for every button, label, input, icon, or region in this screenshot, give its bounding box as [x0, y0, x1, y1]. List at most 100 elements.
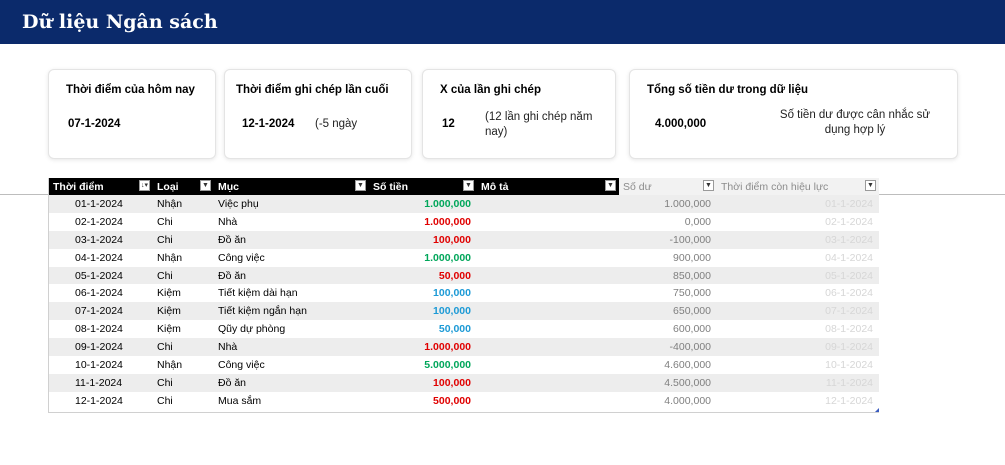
cell-balance[interactable]: 4.000,000 — [619, 391, 717, 410]
cell-amount[interactable]: 1.000,000 — [369, 338, 477, 357]
filter-dropdown-icon[interactable]: ▼ — [703, 180, 714, 191]
cell-balance[interactable]: 0,000 — [619, 212, 717, 231]
cell-description[interactable] — [477, 230, 619, 249]
cell-amount[interactable]: 500,000 — [369, 391, 477, 410]
cell-type[interactable]: Kiệm — [153, 284, 214, 303]
table-row[interactable]: 06-1-2024 Kiệm Tiết kiệm dài hạn 100,000 750… — [49, 284, 879, 303]
cell-valid-date[interactable]: 03-1-2024 — [717, 230, 879, 249]
header-balance[interactable]: Số dư ▼ — [619, 178, 717, 195]
cell-item[interactable]: Qũy dự phòng — [214, 320, 369, 339]
cell-balance[interactable]: 850,000 — [619, 266, 717, 285]
cell-date[interactable]: 03-1-2024 — [49, 230, 153, 249]
cell-type[interactable]: Kiệm — [153, 302, 214, 321]
table-row[interactable]: 12-1-2024 Chi Mua sắm 500,000 4.000,000 12-1-… — [49, 391, 879, 410]
cell-item[interactable]: Nhà — [214, 338, 369, 357]
cell-date[interactable]: 08-1-2024 — [49, 320, 153, 339]
cell-balance[interactable]: 750,000 — [619, 284, 717, 303]
table-row[interactable]: 05-1-2024 Chi Đồ ăn 50,000 850,000 05-1-2024 — [49, 266, 879, 285]
cell-item[interactable]: Đồ ăn — [214, 266, 369, 285]
cell-amount[interactable]: 5.000,000 — [369, 356, 477, 374]
cell-description[interactable] — [477, 338, 619, 357]
cell-valid-date[interactable]: 01-1-2024 — [717, 195, 879, 213]
cell-description[interactable] — [477, 266, 619, 285]
cell-date[interactable]: 02-1-2024 — [49, 212, 153, 231]
cell-amount[interactable]: 1.000,000 — [369, 212, 477, 231]
cell-balance[interactable]: 4.600,000 — [619, 356, 717, 374]
cell-balance[interactable]: 4.500,000 — [619, 373, 717, 392]
cell-description[interactable] — [477, 284, 619, 303]
cell-description[interactable] — [477, 195, 619, 213]
filter-dropdown-icon[interactable]: ▼ — [865, 180, 876, 191]
cell-valid-date[interactable]: 04-1-2024 — [717, 248, 879, 267]
table-row[interactable]: 04-1-2024 Nhận Công việc 1.000,000 900,000 04… — [49, 248, 879, 267]
cell-balance[interactable]: -400,000 — [619, 338, 717, 357]
cell-item[interactable]: Công việc — [214, 356, 369, 374]
table-row[interactable]: 07-1-2024 Kiệm Tiết kiệm ngắn hạn 100,000 65… — [49, 302, 879, 321]
cell-balance[interactable]: 650,000 — [619, 302, 717, 321]
table-row[interactable]: 08-1-2024 Kiệm Qũy dự phòng 50,000 600,000 08… — [49, 320, 879, 339]
cell-amount[interactable]: 50,000 — [369, 266, 477, 285]
cell-valid-date[interactable]: 05-1-2024 — [717, 266, 879, 285]
cell-description[interactable] — [477, 320, 619, 339]
cell-date[interactable]: 07-1-2024 — [49, 302, 153, 321]
cell-date[interactable]: 05-1-2024 — [49, 266, 153, 285]
cell-amount[interactable]: 100,000 — [369, 284, 477, 303]
cell-date[interactable]: 09-1-2024 — [49, 338, 153, 357]
cell-date[interactable]: 01-1-2024 — [49, 195, 153, 213]
cell-type[interactable]: Chi — [153, 212, 214, 231]
filter-dropdown-icon[interactable]: ▼ — [463, 180, 474, 191]
cell-amount[interactable]: 1.000,000 — [369, 248, 477, 267]
table-row[interactable]: 01-1-2024 Nhận Việc phụ 1.000,000 1.000,000 0… — [49, 195, 879, 213]
cell-item[interactable]: Nhà — [214, 212, 369, 231]
cell-item[interactable]: Công việc — [214, 248, 369, 267]
cell-item[interactable]: Tiết kiệm ngắn hạn — [214, 302, 369, 321]
table-row[interactable]: 03-1-2024 Chi Đồ ăn 100,000 -100,000 03-1-202… — [49, 230, 879, 249]
header-type[interactable]: Loại ▼ — [153, 178, 214, 195]
cell-type[interactable]: Chi — [153, 266, 214, 285]
cell-item[interactable]: Mua sắm — [214, 391, 369, 410]
cell-type[interactable]: Chi — [153, 230, 214, 249]
cell-valid-date[interactable]: 07-1-2024 — [717, 302, 879, 321]
cell-valid-date[interactable]: 12-1-2024 — [717, 391, 879, 410]
cell-balance[interactable]: 600,000 — [619, 320, 717, 339]
cell-description[interactable] — [477, 248, 619, 267]
cell-item[interactable]: Việc phụ — [214, 195, 369, 213]
cell-type[interactable]: Nhận — [153, 195, 214, 213]
cell-valid-date[interactable]: 06-1-2024 — [717, 284, 879, 303]
filter-dropdown-icon[interactable]: ▼ — [605, 180, 616, 191]
cell-valid-date[interactable]: 11-1-2024 — [717, 373, 879, 392]
cell-item[interactable]: Tiết kiệm dài hạn — [214, 284, 369, 303]
cell-date[interactable]: 12-1-2024 — [49, 391, 153, 410]
table-row[interactable]: 10-1-2024 Nhận Công việc 5.000,000 4.600,000… — [49, 356, 879, 374]
cell-valid-date[interactable]: 02-1-2024 — [717, 212, 879, 231]
sort-filter-icon[interactable]: ↓▾ — [139, 180, 150, 191]
cell-type[interactable]: Chi — [153, 391, 214, 410]
cell-balance[interactable]: -100,000 — [619, 230, 717, 249]
header-item[interactable]: Mục ▼ — [214, 178, 369, 195]
cell-amount[interactable]: 50,000 — [369, 320, 477, 339]
cell-valid-date[interactable]: 10-1-2024 — [717, 356, 879, 374]
cell-amount[interactable]: 100,000 — [369, 230, 477, 249]
cell-balance[interactable]: 1.000,000 — [619, 195, 717, 213]
cell-valid-date[interactable]: 08-1-2024 — [717, 320, 879, 339]
cell-balance[interactable]: 900,000 — [619, 248, 717, 267]
cell-item[interactable]: Đồ ăn — [214, 230, 369, 249]
cell-type[interactable]: Nhận — [153, 248, 214, 267]
cell-item[interactable]: Đồ ăn — [214, 373, 369, 392]
table-row[interactable]: 09-1-2024 Chi Nhà 1.000,000 -400,000 09-1-202… — [49, 338, 879, 357]
cell-description[interactable] — [477, 391, 619, 410]
cell-type[interactable]: Chi — [153, 338, 214, 357]
header-valid-date[interactable]: Thời điểm còn hiệu lực ▼ — [717, 178, 879, 195]
header-amount[interactable]: Số tiền ▼ — [369, 178, 477, 195]
cell-description[interactable] — [477, 373, 619, 392]
cell-type[interactable]: Nhận — [153, 356, 214, 374]
cell-amount[interactable]: 100,000 — [369, 373, 477, 392]
table-resize-handle[interactable] — [875, 408, 879, 412]
cell-description[interactable] — [477, 356, 619, 374]
cell-valid-date[interactable]: 09-1-2024 — [717, 338, 879, 357]
header-date[interactable]: Thời điểm ↓▾ — [49, 178, 153, 195]
cell-date[interactable]: 06-1-2024 — [49, 284, 153, 303]
cell-type[interactable]: Chi — [153, 373, 214, 392]
cell-date[interactable]: 11-1-2024 — [49, 373, 153, 392]
filter-dropdown-icon[interactable]: ▼ — [200, 180, 211, 191]
